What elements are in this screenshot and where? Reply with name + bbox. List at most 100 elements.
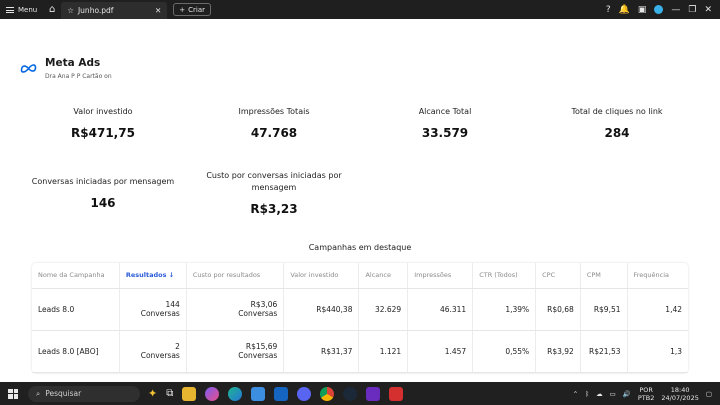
- table-header-row: Nome da Campanha Resultados ↓ Custo por …: [32, 263, 688, 289]
- file-explorer-icon[interactable]: [182, 386, 197, 401]
- cell-cpc: R$3,92: [535, 330, 581, 373]
- col-ctr[interactable]: CTR (Todos): [472, 263, 537, 289]
- star-icon[interactable]: ☆: [67, 6, 74, 15]
- close-icon[interactable]: ✕: [155, 6, 161, 15]
- app-24-icon[interactable]: [366, 386, 381, 401]
- kpi-label: Impressões Totais: [238, 107, 310, 116]
- chevron-up-icon[interactable]: ⌃: [573, 390, 578, 398]
- cell-cost: R$15,69 Conversas: [186, 330, 285, 373]
- cell-cpc: R$0,68: [535, 288, 581, 331]
- cell-frequency: 1,42: [627, 288, 688, 331]
- col-resultados[interactable]: Resultados ↓: [119, 263, 187, 289]
- kpi-value: 146: [90, 196, 116, 210]
- store-icon[interactable]: [251, 386, 266, 401]
- home-icon[interactable]: ⌂: [43, 0, 61, 19]
- meta-logo-icon: [20, 64, 37, 73]
- help-icon[interactable]: ?: [606, 5, 611, 15]
- bluetooth-icon[interactable]: ᛒ: [585, 390, 589, 398]
- layout-icon[interactable]: ▣: [638, 5, 647, 15]
- cell-cpm: R$9,51: [580, 288, 628, 331]
- maximize-icon[interactable]: ❐: [688, 5, 696, 15]
- new-label: Criar: [188, 5, 205, 14]
- taskbar: ⌕ Pesquisar ✦ ⧉ ⌃ ᛒ ☁ ▭ 🔊 POR PTB2 18:40…: [0, 382, 720, 405]
- col-custo[interactable]: Custo por resultados: [186, 263, 285, 289]
- col-cpc[interactable]: CPC: [535, 263, 581, 289]
- task-view-icon[interactable]: ⧉: [166, 388, 173, 399]
- clock[interactable]: 18:40 24/07/2025: [661, 386, 698, 402]
- cell-results: 2 Conversas: [119, 330, 187, 373]
- col-cpm[interactable]: CPM: [580, 263, 628, 289]
- steam-icon[interactable]: [343, 386, 358, 401]
- col-impressoes[interactable]: Impressões: [407, 263, 474, 289]
- cell-name: Leads 8.0: [32, 288, 120, 331]
- input-language[interactable]: POR PTB2: [638, 386, 655, 402]
- kpi-conversas-iniciadas: Conversas iniciadas por mensagem 146: [28, 176, 178, 210]
- chrome-icon[interactable]: [320, 386, 335, 401]
- cell-invested: R$31,37: [283, 330, 360, 373]
- kpi-value: R$3,23: [250, 202, 298, 216]
- plus-icon: +: [179, 5, 186, 14]
- menu-button[interactable]: Menu: [0, 0, 43, 19]
- new-button[interactable]: + Criar: [173, 3, 211, 16]
- kpi-label: Custo por conversas iniciadas por mensag…: [206, 171, 342, 192]
- acrobat-icon[interactable]: [389, 386, 404, 401]
- battery-icon[interactable]: ▭: [610, 390, 616, 398]
- lang-layout: PTB2: [637, 393, 655, 402]
- menu-label: Menu: [18, 5, 38, 14]
- taskbar-search[interactable]: ⌕ Pesquisar: [28, 385, 140, 402]
- cloud-icon[interactable]: ☁: [596, 390, 603, 398]
- col-frequencia[interactable]: Frequência: [627, 263, 688, 289]
- cell-results: 144 Conversas: [119, 288, 187, 331]
- report-subtitle: Dra Ana P P Cartão on: [45, 73, 112, 80]
- bell-icon[interactable]: 🔔: [619, 5, 630, 15]
- search-placeholder: Pesquisar: [45, 389, 82, 398]
- kpi-total-cliques: Total de cliques no link 284: [547, 106, 687, 140]
- search-icon: ⌕: [36, 388, 41, 398]
- cell-reach: 32.629: [358, 288, 409, 331]
- edge-icon[interactable]: [228, 386, 243, 401]
- kpi-label: Conversas iniciadas por mensagem: [31, 177, 175, 186]
- cell-cost-value: R$3,06: [250, 300, 278, 309]
- kpi-impressoes-totais: Impressões Totais 47.768: [214, 106, 334, 140]
- cell-results-value: 144: [165, 300, 180, 309]
- cell-cost-unit: Conversas: [238, 351, 278, 360]
- cell-results-unit: Conversas: [140, 351, 180, 360]
- notifications-icon[interactable]: ▢: [706, 390, 712, 398]
- kpi-label: Alcance Total: [418, 107, 472, 116]
- cell-reach: 1.121: [358, 330, 409, 373]
- kpi-value: 33.579: [421, 126, 469, 140]
- copilot-sparkle-icon[interactable]: ✦: [148, 387, 157, 400]
- tab-title: Junho.pdf: [77, 6, 114, 15]
- avatar[interactable]: [654, 5, 664, 14]
- tab-document[interactable]: ☆ Junho.pdf ✕: [61, 2, 168, 19]
- cell-cost-value: R$15,69: [245, 342, 278, 351]
- col-resultados-label: Resultados: [125, 271, 167, 280]
- campaigns-title: Campanhas em destaque: [308, 243, 412, 252]
- kpi-label: Total de cliques no link: [571, 107, 663, 116]
- cell-name: Leads 8.0 [ABO]: [32, 330, 120, 373]
- windows-start-icon[interactable]: [8, 388, 18, 399]
- cell-frequency: 1,3: [627, 330, 688, 373]
- minimize-icon[interactable]: —: [671, 5, 680, 15]
- cell-results-value: 2: [175, 342, 180, 351]
- col-valor[interactable]: Valor investido: [283, 263, 360, 289]
- discord-icon[interactable]: [297, 386, 312, 401]
- clock-date: 24/07/2025: [661, 393, 699, 402]
- cell-cost-unit: Conversas: [238, 309, 278, 318]
- close-window-icon[interactable]: ✕: [704, 5, 712, 15]
- kpi-custo-conversa: Custo por conversas iniciadas por mensag…: [204, 170, 344, 216]
- cell-impressions: 1.457: [407, 330, 474, 373]
- cell-cpm: R$21,53: [580, 330, 628, 373]
- kpi-label: Valor investido: [73, 107, 133, 116]
- taskbar-apps: ✦ ⧉: [148, 386, 404, 401]
- speaker-icon[interactable]: 🔊: [623, 390, 631, 398]
- outlook-icon[interactable]: [274, 386, 289, 401]
- col-alcance[interactable]: Alcance: [358, 263, 409, 289]
- col-nome[interactable]: Nome da Campanha: [32, 263, 120, 289]
- cell-ctr: 0,55%: [472, 330, 537, 373]
- campaigns-table: Nome da Campanha Resultados ↓ Custo por …: [32, 263, 688, 373]
- kpi-value: R$471,75: [71, 126, 135, 140]
- copilot-icon[interactable]: [205, 386, 220, 401]
- sort-down-icon[interactable]: ↓: [169, 271, 174, 279]
- cell-cost: R$3,06 Conversas: [186, 288, 285, 331]
